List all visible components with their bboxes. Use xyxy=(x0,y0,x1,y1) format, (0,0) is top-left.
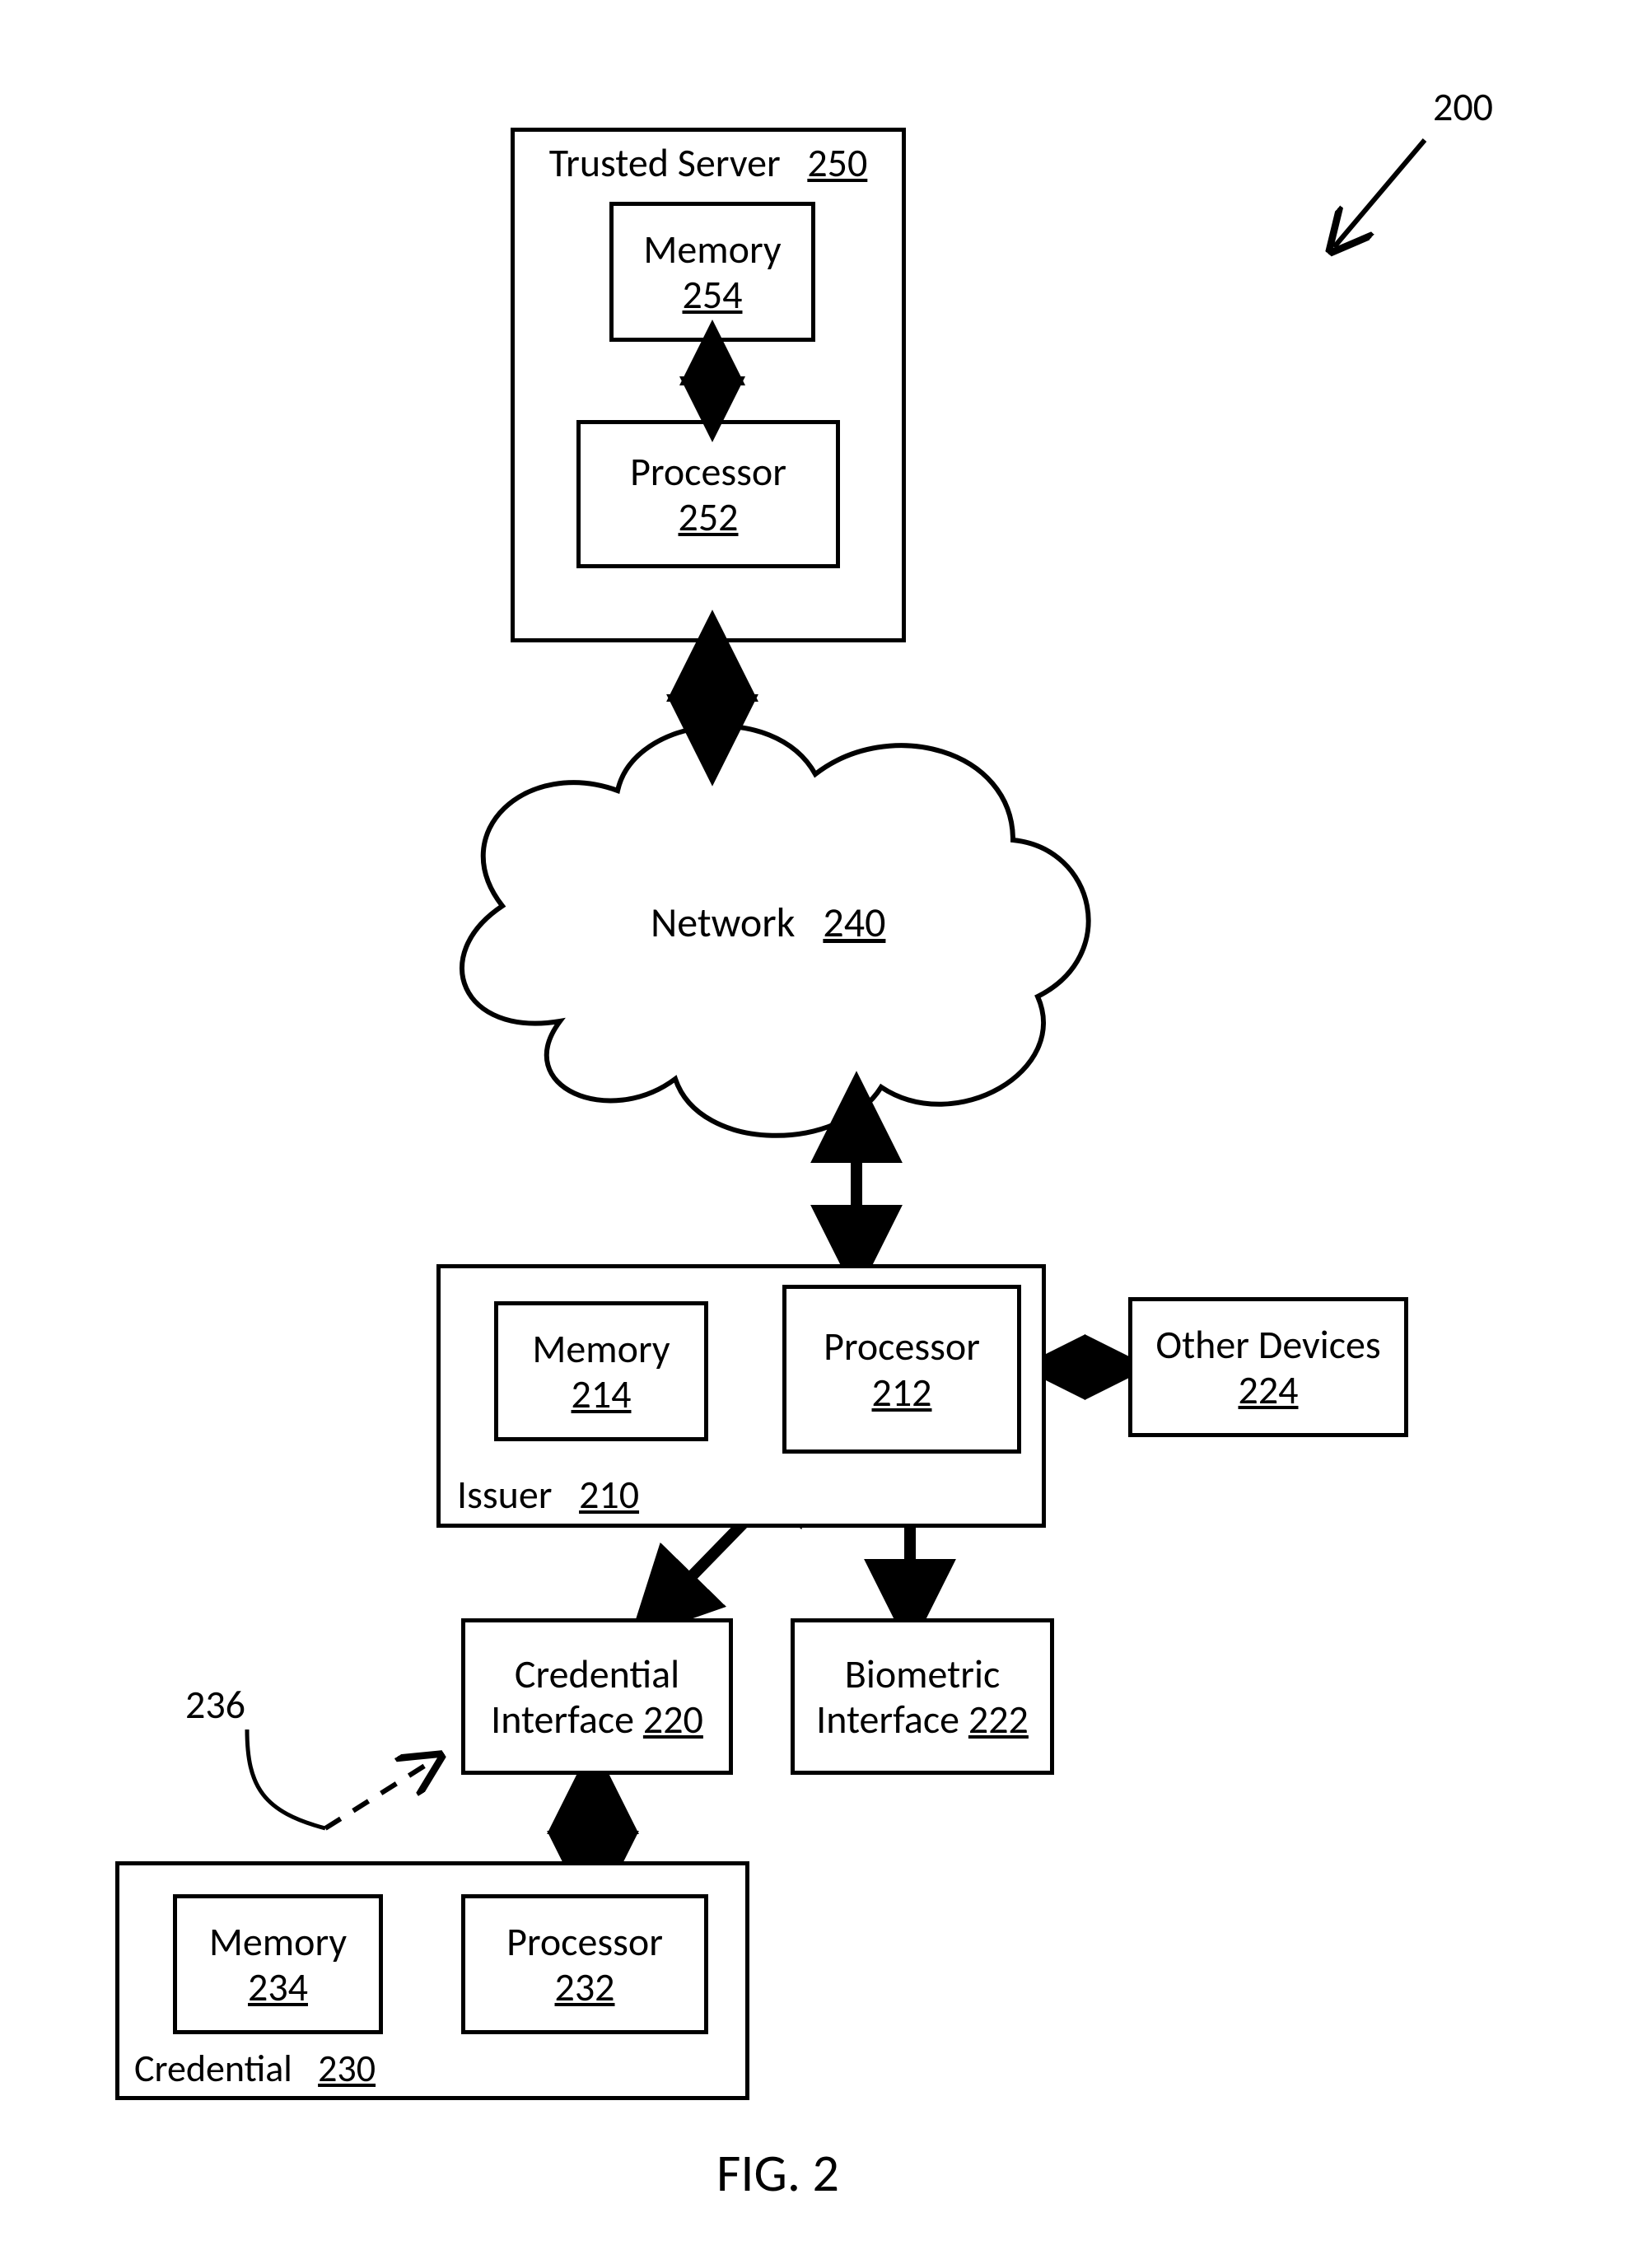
memory-254-label: Memory xyxy=(643,226,781,272)
memory-254-ref: 254 xyxy=(683,272,743,317)
memory-214-ref: 214 xyxy=(572,1371,632,1417)
trusted-server-ref: 250 xyxy=(807,138,867,187)
credential-interface-lbl2-row: Interface 220 xyxy=(491,1697,703,1742)
issuer-label: Issuer xyxy=(457,1470,552,1519)
network-label: Network xyxy=(651,898,795,948)
processor-212-label: Processor xyxy=(824,1323,980,1369)
network-ref: 240 xyxy=(823,898,885,948)
memory-214-block: Memory 214 xyxy=(494,1301,708,1441)
biometric-interface-lbl1: Biometric xyxy=(845,1651,1001,1697)
biometric-interface-block: Biometric Interface 222 xyxy=(791,1618,1054,1775)
memory-234-label: Memory xyxy=(209,1919,347,1964)
other-devices-label: Other Devices xyxy=(1155,1322,1380,1367)
processor-232-label: Processor xyxy=(506,1919,663,1964)
trusted-server-label: Trusted Server xyxy=(549,138,781,187)
memory-234-ref: 234 xyxy=(248,1964,308,2010)
leader-236-label: 236 xyxy=(185,1680,245,1729)
processor-252-label: Processor xyxy=(630,449,786,494)
other-devices-ref: 224 xyxy=(1239,1367,1299,1412)
processor-252-ref: 252 xyxy=(679,494,739,539)
memory-214-label: Memory xyxy=(532,1326,670,1371)
other-devices-block: Other Devices 224 xyxy=(1128,1297,1408,1437)
memory-254-block: Memory 254 xyxy=(609,202,815,342)
memory-234-block: Memory 234 xyxy=(173,1894,383,2034)
credential-interface-lbl1: Credential xyxy=(515,1651,679,1697)
credential-interface-ref: 220 xyxy=(643,1695,703,1744)
figure-label: FIG. 2 xyxy=(716,2141,839,2206)
processor-232-block: Processor 232 xyxy=(461,1894,708,2034)
biometric-interface-lbl2-row: Interface 222 xyxy=(816,1697,1029,1742)
processor-232-ref: 232 xyxy=(555,1964,615,2010)
credential-ref: 230 xyxy=(318,2046,376,2092)
credential-label-row: Credential 230 xyxy=(134,2047,376,2091)
processor-212-ref: 212 xyxy=(872,1370,932,1415)
trusted-server-label-row: Trusted Server 250 xyxy=(549,140,868,185)
biometric-interface-ref: 222 xyxy=(968,1695,1029,1744)
credential-interface-block: Credential Interface 220 xyxy=(461,1618,733,1775)
network-label-row: Network 240 xyxy=(651,898,885,948)
processor-252-block: Processor 252 xyxy=(576,420,840,568)
issuer-ref: 210 xyxy=(579,1470,639,1519)
processor-212-block: Processor 212 xyxy=(782,1285,1021,1454)
credential-label: Credential xyxy=(134,2046,292,2092)
issuer-label-row: Issuer 210 xyxy=(457,1472,639,1517)
system-ref-number: 200 xyxy=(1433,82,1493,131)
